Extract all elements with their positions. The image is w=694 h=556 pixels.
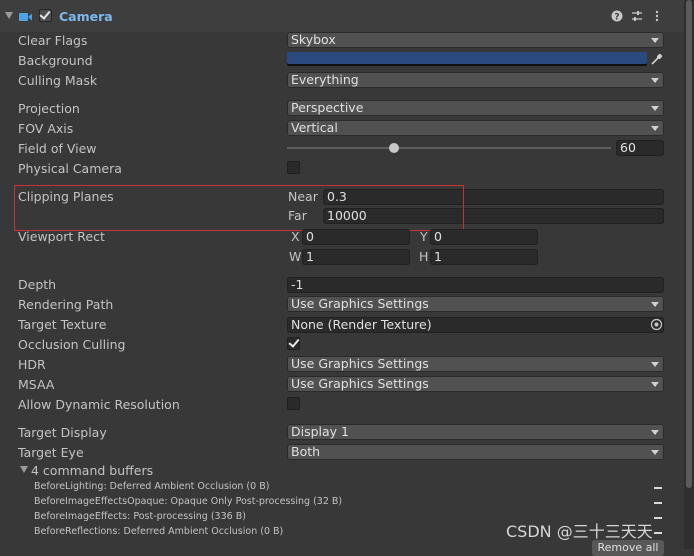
remove-minus-icon[interactable] — [654, 502, 662, 504]
target-display-value: Display 1 — [291, 424, 350, 439]
rendering-path-label: Rendering Path — [18, 297, 114, 312]
viewport-x-value: 0 — [306, 229, 314, 244]
dropdown-arrow-icon — [651, 382, 659, 387]
viewport-y-field[interactable]: 0 — [430, 229, 538, 245]
command-buffers-title: 4 command buffers — [31, 463, 154, 478]
dropdown-arrow-icon — [651, 126, 659, 131]
remove-minus-icon[interactable] — [654, 517, 662, 519]
msaa-value: Use Graphics Settings — [291, 376, 429, 391]
dropdown-arrow-icon — [651, 450, 659, 455]
background-label: Background — [18, 53, 93, 68]
fov-value-field[interactable]: 60 — [616, 140, 664, 156]
svg-text:?: ? — [614, 12, 619, 22]
remove-minus-icon[interactable] — [654, 532, 662, 534]
dropdown-arrow-icon — [651, 106, 659, 111]
allow-dynamic-resolution-checkbox[interactable] — [287, 397, 300, 410]
eyedropper-icon[interactable] — [649, 52, 664, 66]
target-eye-label: Target Eye — [18, 445, 84, 460]
component-enabled-checkbox[interactable] — [39, 8, 52, 22]
target-display-label: Target Display — [18, 425, 107, 440]
foldout-triangle-icon[interactable] — [5, 12, 13, 19]
viewport-h-field[interactable]: 1 — [430, 249, 538, 265]
clear-flags-value: Skybox — [291, 32, 336, 47]
physical-camera-checkbox[interactable] — [287, 161, 300, 174]
viewport-y-value: 0 — [434, 229, 442, 244]
rendering-path-dropdown[interactable]: Use Graphics Settings — [287, 296, 664, 312]
viewport-w-value: 1 — [306, 249, 314, 264]
fov-slider-track[interactable] — [287, 147, 611, 149]
remove-all-button[interactable]: Remove all — [592, 540, 664, 556]
physical-camera-label: Physical Camera — [18, 161, 122, 176]
dropdown-arrow-icon — [651, 78, 659, 83]
scrollbar-thumb[interactable] — [686, 0, 692, 488]
command-buffer-item: BeforeReflections: Deferred Ambient Occl… — [34, 526, 284, 537]
culling-mask-value: Everything — [291, 72, 359, 87]
object-picker-icon[interactable] — [650, 318, 663, 331]
occlusion-culling-label: Occlusion Culling — [18, 337, 126, 352]
allow-dynamic-resolution-label: Allow Dynamic Resolution — [18, 397, 180, 412]
checkmark-icon — [39, 8, 51, 20]
fov-slider-knob[interactable] — [388, 143, 399, 153]
target-eye-value: Both — [291, 444, 321, 459]
viewport-y-label: Y — [420, 229, 428, 244]
dropdown-arrow-icon — [651, 362, 659, 367]
command-buffer-item: BeforeImageEffectsOpaque: Opaque Only Po… — [34, 496, 343, 507]
viewport-x-label: X — [291, 229, 300, 244]
rendering-path-value: Use Graphics Settings — [291, 296, 429, 311]
target-texture-label: Target Texture — [18, 317, 107, 332]
highlight-annotation-box — [14, 185, 464, 231]
command-buffer-item: BeforeImageEffects: Post-processing (336… — [34, 511, 246, 522]
fov-axis-label: FOV Axis — [18, 121, 74, 136]
clear-flags-dropdown[interactable]: Skybox — [287, 32, 664, 48]
component-title: Camera — [59, 9, 113, 24]
depth-label: Depth — [18, 277, 57, 292]
hdr-dropdown[interactable]: Use Graphics Settings — [287, 356, 664, 372]
command-buffers-fold-icon[interactable] — [20, 466, 28, 473]
viewport-h-value: 1 — [434, 249, 442, 264]
viewport-rect-label: Viewport Rect — [18, 229, 105, 244]
watermark-text: CSDN @三十三天天 — [506, 522, 653, 541]
fov-value: 60 — [620, 140, 636, 155]
projection-dropdown[interactable]: Perspective — [287, 100, 664, 116]
msaa-dropdown[interactable]: Use Graphics Settings — [287, 376, 664, 392]
camera-icon — [19, 10, 32, 21]
target-texture-field[interactable]: None (Render Texture) — [287, 317, 664, 333]
hdr-value: Use Graphics Settings — [291, 356, 429, 371]
projection-label: Projection — [18, 101, 80, 116]
target-eye-dropdown[interactable]: Both — [287, 444, 664, 460]
field-of-view-label: Field of View — [18, 141, 97, 156]
depth-value: -1 — [291, 277, 304, 292]
viewport-h-label: H — [419, 249, 429, 264]
projection-value: Perspective — [291, 100, 364, 115]
checkmark-icon — [288, 336, 300, 348]
clear-flags-label: Clear Flags — [18, 33, 88, 48]
depth-field[interactable]: -1 — [287, 277, 664, 293]
viewport-w-field[interactable]: 1 — [302, 249, 410, 265]
command-buffer-item: BeforeLighting: Deferred Ambient Occlusi… — [34, 481, 270, 492]
background-color-swatch[interactable] — [287, 52, 647, 66]
target-texture-value: None (Render Texture) — [291, 317, 432, 332]
hdr-label: HDR — [18, 357, 46, 372]
dropdown-arrow-icon — [651, 38, 659, 43]
dropdown-arrow-icon — [651, 302, 659, 307]
presets-sliders-icon[interactable] — [630, 9, 644, 23]
help-icon[interactable]: ? — [610, 9, 624, 23]
viewport-w-label: W — [289, 249, 302, 264]
target-display-dropdown[interactable]: Display 1 — [287, 424, 664, 440]
msaa-label: MSAA — [18, 377, 55, 392]
fov-axis-dropdown[interactable]: Vertical — [287, 120, 664, 136]
fov-axis-value: Vertical — [291, 120, 338, 135]
viewport-x-field[interactable]: 0 — [302, 229, 410, 245]
culling-mask-label: Culling Mask — [18, 73, 98, 88]
kebab-menu-icon[interactable] — [650, 9, 664, 23]
remove-minus-icon[interactable] — [654, 487, 662, 489]
culling-mask-dropdown[interactable]: Everything — [287, 72, 664, 88]
dropdown-arrow-icon — [651, 430, 659, 435]
occlusion-culling-checkbox[interactable] — [287, 336, 300, 350]
